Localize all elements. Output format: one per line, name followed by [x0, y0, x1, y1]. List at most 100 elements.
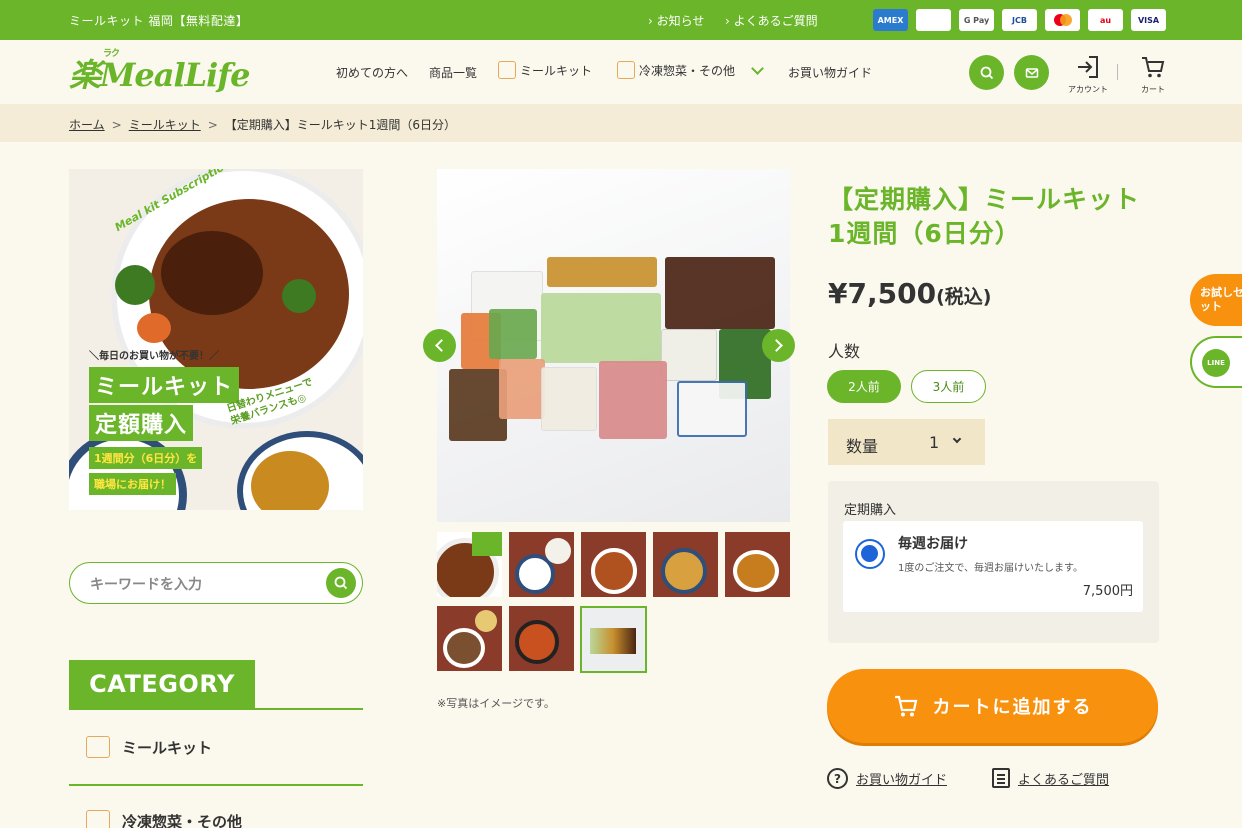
- plan-description: 1度のご注文で、毎週お届けいたします。: [898, 563, 1083, 574]
- quantity-select[interactable]: 数量 1: [828, 419, 985, 465]
- breadcrumb-category[interactable]: ミールキット: [129, 118, 201, 132]
- add-to-cart-button[interactable]: カートに追加する: [827, 669, 1158, 743]
- top-bar-brand: ミールキット 福岡【無料配達】: [69, 14, 249, 28]
- snowflake-box-icon: [617, 61, 635, 79]
- category-item-meal-kit[interactable]: ミールキット: [86, 736, 212, 758]
- carrot: [137, 313, 171, 343]
- thumb-accent: [472, 532, 502, 556]
- gallery-thumb[interactable]: [725, 532, 790, 597]
- ingredient-pack: [661, 329, 717, 381]
- product-price: ¥7,500(税込): [828, 277, 991, 310]
- search-submit-button[interactable]: [326, 568, 356, 598]
- snowflake-box-icon: [86, 810, 110, 828]
- site-header: ラク 楽MealLife 初めての方へ 商品一覧 ミールキット 冷凍惣菜・その他…: [0, 40, 1242, 104]
- gallery-next-button[interactable]: [762, 329, 795, 362]
- line-icon: LINE: [1202, 349, 1230, 377]
- chevron-right-icon: [770, 339, 783, 352]
- nav-guide[interactable]: お買い物ガイド: [788, 64, 872, 81]
- site-logo[interactable]: ラク 楽MealLife: [69, 49, 250, 96]
- side-plate: [69, 431, 187, 510]
- au-pay-icon: au: [1088, 9, 1123, 31]
- nav-label: ミールキット: [520, 63, 593, 78]
- nav-products[interactable]: 商品一覧: [429, 64, 477, 81]
- faq-top-link[interactable]: › よくあるご質問: [725, 12, 818, 29]
- gallery-thumb[interactable]: [437, 606, 502, 671]
- cart-link[interactable]: カート: [1128, 54, 1178, 95]
- radio-dot: [861, 545, 878, 562]
- line-tab[interactable]: LINE: [1190, 336, 1242, 388]
- breadcrumb: ホーム > ミールキット > 【定期購入】ミールキット1週間（6日分）: [69, 116, 456, 133]
- thumb-dish: [733, 550, 779, 592]
- search-button[interactable]: [969, 55, 1004, 90]
- faq-label: よくあるご質問: [1018, 772, 1110, 788]
- ingredient-pack: [489, 309, 537, 359]
- account-link[interactable]: アカウント: [1063, 54, 1113, 95]
- category-divider: [69, 784, 363, 786]
- category-item-frozen[interactable]: 冷凍惣菜・その他: [86, 810, 242, 828]
- gallery-thumb[interactable]: [437, 532, 502, 597]
- trial-set-tab[interactable]: お試しセット: [1190, 274, 1242, 326]
- thumb-dish: [590, 628, 636, 654]
- price-value: ¥7,500: [828, 277, 937, 310]
- visa-icon: VISA: [1131, 9, 1166, 31]
- mail-icon: [1025, 67, 1038, 78]
- thumb-dish: [545, 538, 571, 564]
- shopping-guide-link[interactable]: ? お買い物ガイド: [827, 768, 947, 789]
- ingredient-pack: [599, 361, 667, 439]
- product-main-image[interactable]: [437, 169, 790, 522]
- people-option-2[interactable]: 2人前: [827, 370, 901, 403]
- gallery-prev-button[interactable]: [423, 329, 456, 362]
- ingredient-pack: [499, 359, 545, 419]
- plan-price: 7,500円: [1082, 584, 1133, 599]
- plan-title: 毎週お届け: [898, 536, 968, 552]
- breadcrumb-bar: ホーム > ミールキット > 【定期購入】ミールキット1週間（6日分）: [0, 104, 1242, 142]
- cart-icon: [894, 695, 917, 717]
- mastercard-icon: [1045, 9, 1080, 31]
- nav-label: お買い物ガイド: [788, 66, 873, 80]
- gallery-thumb[interactable]: [509, 606, 574, 671]
- jcb-icon: JCB: [1002, 9, 1037, 31]
- header-divider: [1117, 64, 1118, 80]
- people-option-3[interactable]: 3人前: [911, 370, 986, 403]
- search-placeholder: キーワードを入力: [90, 577, 202, 593]
- contact-button[interactable]: [1014, 55, 1049, 90]
- price-tax: (税込): [936, 286, 992, 308]
- chevron-down-icon: [751, 61, 764, 75]
- category-item-label: ミールキット: [122, 738, 213, 757]
- faq-link[interactable]: よくあるご質問: [992, 768, 1109, 788]
- hamburg-patty: [161, 231, 263, 315]
- plan-radio[interactable]: [855, 539, 885, 569]
- gallery-thumb[interactable]: [653, 532, 718, 597]
- gallery-thumb[interactable]: [581, 532, 646, 597]
- broccoli: [282, 279, 316, 313]
- subscription-promo-banner[interactable]: Meal kit Subscription ＼毎日のお買い物が不要！／ ミールキ…: [69, 169, 363, 510]
- nav-label: 冷凍惣菜・その他: [639, 63, 736, 78]
- top-bar: ミールキット 福岡【無料配達】 › お知らせ › よくあるご質問 AMEX Pa…: [0, 0, 1242, 40]
- chevron-down-icon: [952, 434, 962, 444]
- subscription-box: 定期購入 毎週お届け 1度のご注文で、毎週お届けいたします。 7,500円: [828, 481, 1159, 643]
- breadcrumb-separator: >: [207, 118, 218, 132]
- breadcrumb-home[interactable]: ホーム: [69, 118, 105, 132]
- logo-ruby: ラク: [103, 49, 120, 59]
- ingredient-pack: [541, 293, 661, 363]
- people-label: 人数: [828, 342, 861, 361]
- ingredient-pack: [547, 257, 657, 287]
- chevron-left-icon: [435, 339, 448, 352]
- subscription-heading: 定期購入: [844, 503, 897, 518]
- document-icon: [992, 768, 1010, 788]
- shopping-guide-label: お買い物ガイド: [856, 773, 948, 788]
- nav-meal-kit[interactable]: ミールキット: [498, 61, 592, 79]
- ingredient-pack: [665, 257, 775, 329]
- thumb-dish: [591, 548, 637, 594]
- gallery-thumb-selected[interactable]: [580, 606, 647, 673]
- subscription-plan-weekly[interactable]: 毎週お届け 1度のご注文で、毎週お届けいたします。 7,500円: [843, 521, 1143, 612]
- nav-first-time[interactable]: 初めての方へ: [336, 64, 408, 81]
- nav-frozen[interactable]: 冷凍惣菜・その他: [617, 61, 764, 79]
- news-link[interactable]: › お知らせ: [648, 12, 704, 29]
- thumb-dish: [443, 628, 485, 668]
- login-icon: [1078, 56, 1098, 78]
- keyword-search[interactable]: キーワードを入力: [69, 562, 363, 604]
- cart-label: カート: [1141, 85, 1165, 94]
- product-title: 【定期購入】ミールキット1週間（6日分）: [828, 185, 1141, 248]
- gallery-thumb[interactable]: [509, 532, 574, 597]
